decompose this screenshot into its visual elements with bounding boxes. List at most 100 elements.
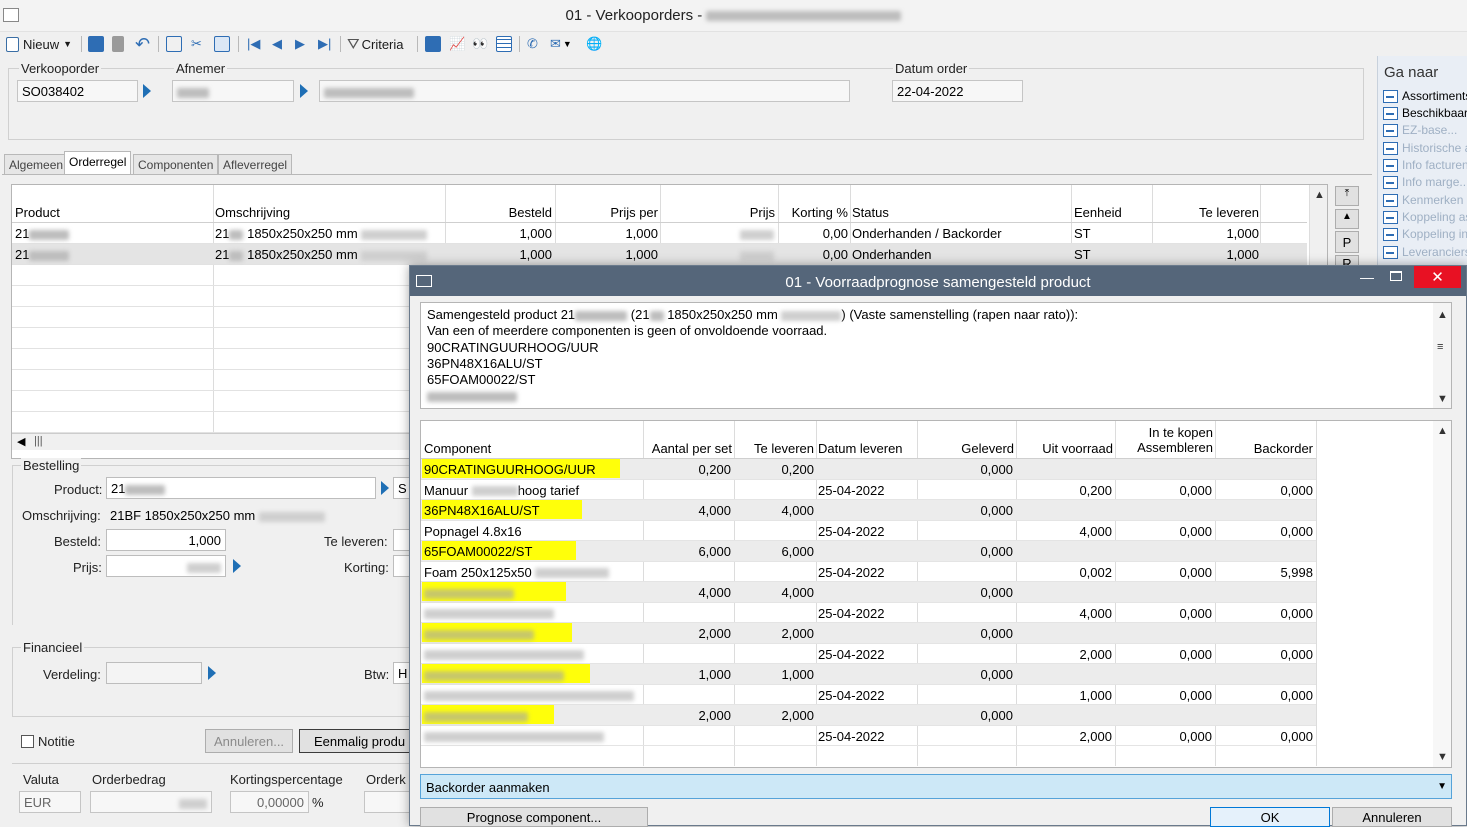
- column-header-in-te-kopen-assembleren[interactable]: In te kopen Assembleren: [1117, 425, 1213, 455]
- prognose-table[interactable]: Component Aantal per set Te leveren Datu…: [420, 420, 1452, 768]
- ga-naar-item-koppeling-inl[interactable]: Koppeling inl: [1383, 226, 1467, 242]
- ga-naar-item-assortiments[interactable]: Assortiments: [1383, 88, 1467, 104]
- line-up-icon[interactable]: ▲: [1335, 209, 1359, 229]
- product-input[interactable]: 21: [106, 477, 376, 499]
- vertical-scrollbar[interactable]: ▲: [1309, 185, 1327, 265]
- table-row[interactable]: Manuur hoog tarief 25-04-2022 0,200 0,00…: [421, 480, 1316, 500]
- chart-icon[interactable]: 📈: [449, 34, 465, 54]
- column-header-eenheid[interactable]: Eenheid: [1074, 205, 1122, 220]
- column-header-product[interactable]: Product: [15, 205, 60, 220]
- table-row[interactable]: 65FOAM00022/ST 6,000 6,000 0,000: [421, 541, 1316, 562]
- column-header-backorder[interactable]: Backorder: [1218, 441, 1313, 456]
- scroll-left-icon[interactable]: ◀: [17, 435, 25, 448]
- tab-componenten[interactable]: Componenten: [133, 154, 219, 174]
- column-header-prijs-per[interactable]: Prijs per: [562, 205, 658, 220]
- kortingspercentage-field[interactable]: 0,00000: [230, 791, 309, 813]
- ga-naar-item-historische[interactable]: Historische a: [1383, 140, 1467, 156]
- table-row[interactable]: Foam 250x125x50 25-04-2022 0,002 0,000 5…: [421, 562, 1316, 582]
- tab-orderregel[interactable]: Orderregel: [64, 151, 132, 175]
- table-row[interactable]: 1,000 1,000 0,000: [421, 664, 1316, 685]
- scroll-grip-icon[interactable]: |||: [34, 435, 43, 447]
- scroll-down-icon[interactable]: ▼: [1437, 391, 1448, 407]
- column-header-component[interactable]: Component: [424, 441, 491, 456]
- next-record-icon[interactable]: ▶: [295, 34, 305, 54]
- column-header-te-leveren[interactable]: Te leveren: [1157, 205, 1259, 220]
- criteria-button[interactable]: ⛛ Criteria: [347, 34, 404, 54]
- excel-export-icon[interactable]: [425, 34, 441, 54]
- valuta-field[interactable]: EUR: [19, 791, 81, 813]
- scroll-down-icon[interactable]: ▼: [1437, 751, 1448, 763]
- verdeling-input[interactable]: [106, 662, 202, 684]
- afnemer-name-field[interactable]: [319, 80, 850, 102]
- product-goto-arrow-icon[interactable]: [381, 481, 389, 495]
- cut-icon[interactable]: ✂: [191, 34, 202, 54]
- action-select[interactable]: Backorder aanmaken ▼: [420, 774, 1452, 799]
- ga-naar-item-leveranciers[interactable]: Leveranciers: [1383, 244, 1467, 260]
- prijs-input[interactable]: [106, 555, 226, 577]
- first-record-icon[interactable]: |◀: [247, 34, 260, 54]
- scroll-grip-icon[interactable]: ≡: [1437, 339, 1443, 355]
- ga-naar-item-kenmerken[interactable]: Kenmerken p: [1383, 192, 1467, 208]
- notitie-checkbox[interactable]: [21, 735, 34, 748]
- prognose-component-button[interactable]: Prognose component...: [420, 807, 648, 827]
- phone-icon[interactable]: ✆: [527, 34, 538, 54]
- column-header-aantal-per-set[interactable]: Aantal per set: [645, 441, 732, 456]
- ga-naar-item-koppeling-as[interactable]: Koppeling as: [1383, 209, 1467, 225]
- maximize-icon[interactable]: [1390, 271, 1402, 281]
- last-record-icon[interactable]: ▶|: [318, 34, 331, 54]
- annuleren-dialog-button[interactable]: Annuleren: [1332, 807, 1452, 827]
- column-header-besteld[interactable]: Besteld: [460, 205, 552, 220]
- close-icon[interactable]: ✕: [1414, 266, 1461, 288]
- ga-naar-item-info-marge[interactable]: Info marge...: [1383, 174, 1467, 190]
- column-header-datum-leveren[interactable]: Datum leveren: [818, 441, 903, 456]
- verkooporder-field[interactable]: SO038402: [17, 80, 138, 102]
- tab-algemeen[interactable]: Algemeen: [4, 154, 69, 174]
- prognose-table-scrollbar[interactable]: ▲ ▼: [1433, 421, 1451, 767]
- column-header-prijs[interactable]: Prijs: [667, 205, 775, 220]
- scroll-up-icon[interactable]: ▲: [1437, 425, 1448, 437]
- message-scrollbar[interactable]: ▲ ≡ ▼: [1433, 303, 1451, 408]
- prijs-goto-arrow-icon[interactable]: [233, 559, 241, 573]
- besteld-input[interactable]: 1,000: [106, 529, 226, 551]
- scroll-up-icon[interactable]: ▲: [1437, 307, 1448, 323]
- column-header-omschrijving[interactable]: Omschrijving: [215, 205, 290, 220]
- verdeling-goto-arrow-icon[interactable]: [208, 666, 216, 680]
- copy-icon[interactable]: [166, 34, 182, 54]
- table-row[interactable]: 36PN48X16ALU/ST 4,000 4,000 0,000: [421, 500, 1316, 521]
- minimize-icon[interactable]: —: [1360, 269, 1374, 285]
- table-row[interactable]: 25-04-2022 4,000 0,000 0,000: [421, 603, 1316, 623]
- table-row[interactable]: 25-04-2022 2,000 0,000 0,000: [421, 726, 1316, 746]
- afnemer-code-field[interactable]: [172, 80, 294, 102]
- horizontal-scrollbar[interactable]: ◀ |||: [12, 433, 412, 450]
- annuleren-button[interactable]: Annuleren...: [205, 729, 293, 753]
- orderbedrag-field[interactable]: [90, 791, 212, 813]
- table-row[interactable]: 2,000 2,000 0,000: [421, 705, 1316, 726]
- ga-naar-item-info-facturen[interactable]: Info facturen: [1383, 157, 1467, 173]
- table-row[interactable]: 4,000 4,000 0,000: [421, 582, 1316, 603]
- datum-order-field[interactable]: 22-04-2022: [892, 80, 1023, 102]
- mail-icon[interactable]: ✉ ▼: [550, 34, 572, 54]
- globe-icon[interactable]: 🌐: [586, 34, 602, 54]
- table-row[interactable]: 25-04-2022 1,000 0,000 0,000: [421, 685, 1316, 705]
- table-row[interactable]: 2,000 2,000 0,000: [421, 623, 1316, 644]
- column-header-status[interactable]: Status: [852, 205, 889, 220]
- orderkosten-field[interactable]: [364, 791, 412, 813]
- ga-naar-item-ez-base[interactable]: EZ-base...: [1383, 122, 1457, 138]
- side-button-p[interactable]: P: [1335, 231, 1359, 253]
- table-row[interactable]: Popnagel 4.8x16 25-04-2022 4,000 0,000 0…: [421, 521, 1316, 541]
- verkooporder-goto-arrow-icon[interactable]: [143, 84, 151, 98]
- column-header-te-leveren[interactable]: Te leveren: [736, 441, 814, 456]
- column-header-geleverd[interactable]: Geleverd: [919, 441, 1014, 456]
- binoculars-icon[interactable]: 👀: [472, 34, 488, 54]
- paste-icon[interactable]: [214, 34, 230, 54]
- tab-afleverregel[interactable]: Afleverregel: [218, 154, 293, 174]
- afnemer-goto-arrow-icon[interactable]: [300, 84, 308, 98]
- scroll-up-icon[interactable]: ▲: [1314, 189, 1325, 201]
- eenmalig-product-button[interactable]: Eenmalig produ: [299, 729, 413, 753]
- delete-icon[interactable]: [112, 34, 124, 54]
- first-line-icon[interactable]: ⤒: [1335, 186, 1359, 206]
- column-header-korting[interactable]: Korting %: [780, 205, 848, 220]
- new-button[interactable]: Nieuw ▼: [6, 34, 72, 54]
- table-row[interactable]: 21 21 1850x250x250 mm 1,000 1,000 0,00 O…: [12, 223, 1307, 244]
- previous-record-icon[interactable]: ◀: [272, 34, 282, 54]
